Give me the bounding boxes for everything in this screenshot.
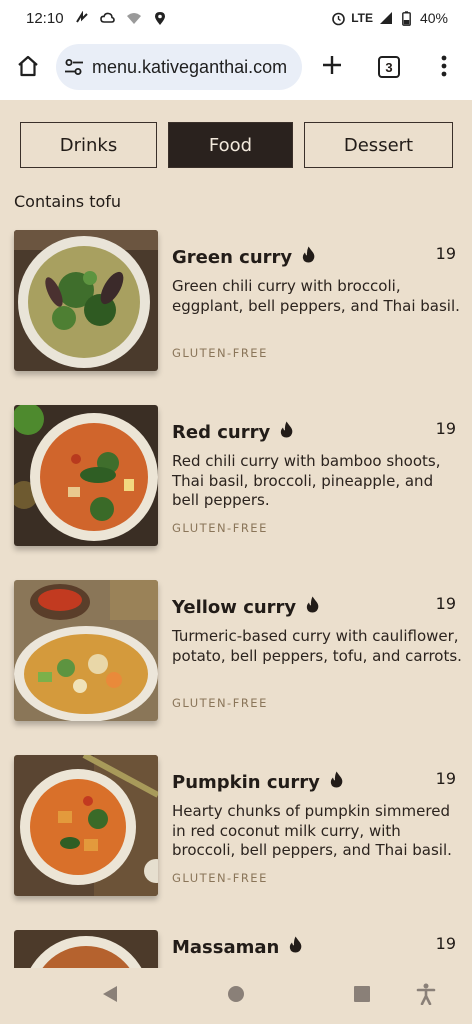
menu-item[interactable]: Red curry 19 Red chili curry with bamboo…	[14, 405, 464, 553]
nfc-icon	[74, 10, 90, 26]
item-price: 19	[435, 244, 456, 263]
item-description: Hearty chunks of pumpkin simmered in red…	[172, 802, 452, 859]
browser-toolbar: menu.kativeganthai.com 3	[0, 36, 472, 100]
menu-item[interactable]: Yellow curry 19 Turmeric-based curry wit…	[14, 580, 464, 728]
home-icon	[16, 54, 40, 82]
battery-icon	[399, 10, 415, 26]
item-name: Yellow curry	[172, 596, 319, 618]
menu-item[interactable]: Massaman 19	[14, 930, 464, 968]
tune-icon[interactable]	[64, 57, 84, 77]
tab-switcher-button[interactable]: 3	[378, 56, 400, 78]
plus-icon	[321, 54, 343, 80]
status-time: 12:10	[26, 9, 64, 27]
flame-icon	[289, 936, 302, 958]
url-text[interactable]: menu.kativeganthai.com	[92, 57, 287, 78]
item-photo	[14, 755, 158, 896]
item-photo	[14, 405, 158, 546]
more-vert-icon	[441, 55, 447, 81]
recents-icon	[353, 985, 371, 1007]
recents-button[interactable]	[348, 982, 376, 1010]
item-description: Red chili curry with bamboo shoots, Thai…	[172, 452, 441, 509]
tab-dessert[interactable]: Dessert	[304, 122, 453, 168]
item-price: 19	[435, 769, 456, 788]
flame-icon	[330, 771, 343, 793]
flame-icon	[306, 596, 319, 618]
accessibility-icon	[416, 983, 436, 1009]
browser-menu-button[interactable]	[432, 54, 456, 82]
network-type: LTE	[351, 11, 373, 25]
item-name: Red curry	[172, 421, 293, 443]
item-name: Pumpkin curry	[172, 771, 343, 793]
location-icon	[152, 10, 168, 26]
tab-food[interactable]: Food	[168, 122, 293, 168]
item-photo	[14, 930, 158, 968]
item-tag: GLUTEN-FREE	[172, 346, 268, 360]
item-description: Turmeric-based curry with cauliflower, p…	[172, 627, 462, 665]
flame-icon	[302, 246, 315, 268]
signal-icon	[378, 10, 394, 26]
menu-item[interactable]: Pumpkin curry 19 Hearty chunks of pumpki…	[14, 755, 464, 903]
section-title: Contains tofu	[14, 192, 122, 211]
item-name: Massaman	[172, 936, 302, 958]
address-bar[interactable]: menu.kativeganthai.com	[56, 44, 302, 90]
home-circle-icon	[227, 985, 245, 1007]
back-button[interactable]	[96, 982, 124, 1010]
item-tag: GLUTEN-FREE	[172, 521, 268, 535]
tab-drinks[interactable]: Drinks	[20, 122, 157, 168]
category-tabs: Drinks Food Dessert	[20, 122, 453, 168]
wifi-icon	[126, 10, 142, 26]
accessibility-button[interactable]	[412, 982, 440, 1010]
item-price: 19	[435, 594, 456, 613]
tab-count: 3	[385, 59, 393, 75]
flame-icon	[280, 421, 293, 443]
item-tag: GLUTEN-FREE	[172, 696, 268, 710]
home-button[interactable]	[14, 54, 42, 82]
item-tag: GLUTEN-FREE	[172, 871, 268, 885]
item-photo	[14, 580, 158, 721]
cloud-icon	[100, 10, 116, 26]
home-nav-button[interactable]	[222, 982, 250, 1010]
status-bar: 12:10 LTE 40%	[0, 0, 472, 36]
battery-level: 40%	[419, 10, 448, 26]
item-name: Green curry	[172, 246, 315, 268]
item-price: 19	[435, 419, 456, 438]
menu-item[interactable]: Green curry 19 Green chili curry with br…	[14, 230, 464, 378]
item-price: 19	[435, 934, 456, 953]
item-photo	[14, 230, 158, 371]
item-description: Green chili curry with broccoli, eggplan…	[172, 277, 460, 315]
new-tab-button[interactable]	[318, 53, 346, 81]
system-nav-bar	[0, 968, 472, 1024]
alarm-icon	[330, 10, 346, 26]
back-icon	[101, 985, 119, 1007]
